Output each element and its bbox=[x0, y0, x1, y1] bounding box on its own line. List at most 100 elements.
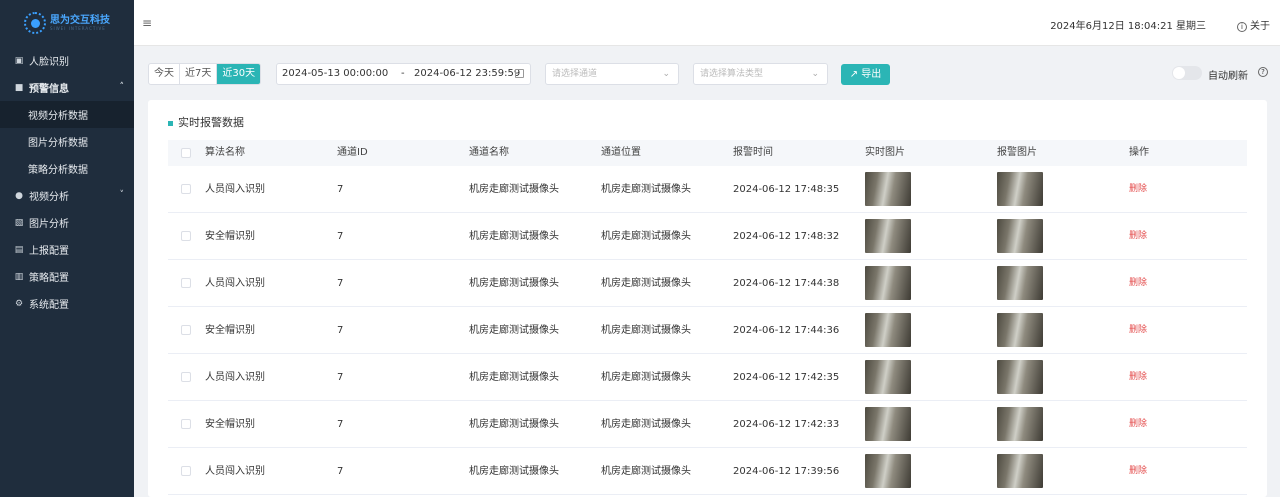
channel-name: 机房走廊测试摄像头 bbox=[469, 231, 559, 242]
sidebar-item-8[interactable]: ▥ 策略配置 bbox=[0, 263, 134, 290]
row-checkbox[interactable] bbox=[181, 325, 191, 335]
logo-text: 思为交互科技 bbox=[50, 15, 110, 26]
table-row: 安全帽识别 7 机房走廊测试摄像头 机房走廊测试摄像头 2024-06-12 17:44… bbox=[168, 307, 1247, 354]
delete-link[interactable]: 删除 bbox=[1129, 166, 1147, 213]
alarm-image[interactable] bbox=[997, 219, 1043, 253]
alarm-time: 2024-06-12 17:44:38 bbox=[733, 278, 840, 289]
auto-refresh-toggle[interactable] bbox=[1172, 66, 1202, 80]
column-header: 通道名称 bbox=[469, 147, 509, 158]
alarm-image[interactable] bbox=[997, 266, 1043, 300]
export-icon: ↗ bbox=[849, 69, 862, 80]
delete-link[interactable]: 删除 bbox=[1129, 307, 1147, 354]
table-row: 安全帽识别 7 机房走廊测试摄像头 机房走廊测试摄像头 2024-06-12 17:42… bbox=[168, 401, 1247, 448]
help-icon[interactable]: ? bbox=[1258, 67, 1268, 77]
about-label: 关于 bbox=[1250, 21, 1270, 32]
channel-name: 机房走廊测试摄像头 bbox=[469, 278, 559, 289]
column-header: 操作 bbox=[1129, 147, 1149, 158]
logo: 思为交互科技 SIWEI INTERACTIVE bbox=[0, 0, 134, 46]
column-header: 报警图片 bbox=[997, 147, 1037, 158]
row-checkbox[interactable] bbox=[181, 184, 191, 194]
alarm-image[interactable] bbox=[997, 407, 1043, 441]
algorithm-select[interactable]: 请选择算法类型 ⌄ bbox=[693, 63, 828, 85]
row-checkbox[interactable] bbox=[181, 372, 191, 382]
delete-link[interactable]: 删除 bbox=[1129, 448, 1147, 495]
sidebar-item-9[interactable]: ⚙ 系统配置 bbox=[0, 290, 134, 317]
row-checkbox[interactable] bbox=[181, 278, 191, 288]
menu-toggle-icon[interactable]: ≡ bbox=[142, 16, 152, 30]
sidebar-item-3[interactable]: 图片分析数据 bbox=[0, 128, 134, 155]
channel-location: 机房走廊测试摄像头 bbox=[601, 325, 691, 336]
sidebar-item-0[interactable]: ▣ 人脸识别 bbox=[0, 47, 134, 74]
date-range-tabs: 今天 近7天 近30天 bbox=[148, 63, 262, 85]
sidebar-item-6[interactable]: ▧ 图片分析 bbox=[0, 209, 134, 236]
logo-icon bbox=[24, 12, 46, 34]
chevron-down-icon: ⌄ bbox=[811, 69, 819, 79]
sidebar-item-label: 系统配置 bbox=[29, 300, 69, 311]
realtime-image[interactable] bbox=[865, 454, 911, 488]
sidebar-item-label: 策略分析数据 bbox=[28, 165, 88, 176]
sidebar-item-label: 上报配置 bbox=[29, 246, 69, 257]
realtime-image[interactable] bbox=[865, 407, 911, 441]
sidebar-nav: ▣ 人脸识别 ■ 预警信息 ˄ 视频分析数据 图片分析数据策略分析数据 ● 视频分析 ˅ ▧ 图片分析… bbox=[0, 47, 134, 317]
realtime-image[interactable] bbox=[865, 172, 911, 206]
row-checkbox[interactable] bbox=[181, 419, 191, 429]
column-header: 算法名称 bbox=[205, 147, 245, 158]
settings-icon: ⚙ bbox=[14, 298, 24, 309]
row-checkbox[interactable] bbox=[181, 466, 191, 476]
delete-link[interactable]: 删除 bbox=[1129, 213, 1147, 260]
delete-link[interactable]: 删除 bbox=[1129, 260, 1147, 307]
alert-icon: ■ bbox=[14, 82, 24, 93]
range-30-days[interactable]: 近30天 bbox=[217, 64, 261, 84]
date-range-picker[interactable]: 2024-05-13 00:00:00 - 2024-06-12 23:59:5… bbox=[276, 63, 531, 85]
table-header: 算法名称 通道ID 通道名称 通道位置 报警时间 实时图片 报警图片 操作 bbox=[168, 140, 1247, 166]
chevron-down-icon: ˅ bbox=[119, 190, 125, 200]
channel-id: 7 bbox=[337, 278, 344, 289]
card-title: 实时报警数据 bbox=[168, 114, 244, 130]
filter-toolbar: 今天 近7天 近30天 2024-05-13 00:00:00 - 2024-0… bbox=[148, 63, 1268, 85]
realtime-image[interactable] bbox=[865, 219, 911, 253]
sidebar-item-7[interactable]: ▤ 上报配置 bbox=[0, 236, 134, 263]
column-header: 通道位置 bbox=[601, 147, 641, 158]
date-separator: - bbox=[401, 68, 405, 79]
location-icon: ● bbox=[15, 190, 23, 201]
algorithm-name: 安全帽识别 bbox=[205, 231, 255, 242]
alarm-image[interactable] bbox=[997, 313, 1043, 347]
select-all-checkbox[interactable] bbox=[181, 148, 191, 158]
chevron-up-icon: ˄ bbox=[119, 82, 125, 92]
sidebar-item-2[interactable]: 视频分析数据 bbox=[0, 101, 134, 128]
delete-link[interactable]: 删除 bbox=[1129, 401, 1147, 448]
sidebar-item-5[interactable]: ● 视频分析 ˅ bbox=[0, 182, 134, 209]
row-checkbox[interactable] bbox=[181, 231, 191, 241]
export-button[interactable]: ↗ 导出 bbox=[841, 64, 890, 85]
alarm-image[interactable] bbox=[997, 172, 1043, 206]
image-icon: ▧ bbox=[14, 217, 24, 228]
alarm-image[interactable] bbox=[997, 360, 1043, 394]
alarm-time: 2024-06-12 17:48:32 bbox=[733, 231, 840, 242]
table-row: 人员闯入识别 7 机房走廊测试摄像头 机房走廊测试摄像头 2024-06-12 17:4… bbox=[168, 354, 1247, 401]
delete-link[interactable]: 删除 bbox=[1129, 354, 1147, 401]
range-7-days[interactable]: 近7天 bbox=[180, 64, 218, 84]
report-icon: ▤ bbox=[14, 244, 24, 255]
column-header: 通道ID bbox=[337, 147, 368, 158]
algorithm-name: 人员闯入识别 bbox=[205, 466, 265, 477]
range-today[interactable]: 今天 bbox=[149, 64, 180, 84]
sidebar-item-4[interactable]: 策略分析数据 bbox=[0, 155, 134, 182]
channel-select[interactable]: 请选择通道 ⌄ bbox=[545, 63, 679, 85]
column-header: 实时图片 bbox=[865, 147, 905, 158]
channel-name: 机房走廊测试摄像头 bbox=[469, 419, 559, 430]
alarm-image[interactable] bbox=[997, 454, 1043, 488]
chevron-down-icon: ⌄ bbox=[662, 69, 670, 79]
alarm-time: 2024-06-12 17:44:36 bbox=[733, 325, 840, 336]
realtime-image[interactable] bbox=[865, 313, 911, 347]
about-button[interactable]: i 关于 bbox=[1237, 17, 1270, 32]
start-date[interactable]: 2024-05-13 00:00:00 bbox=[282, 64, 388, 84]
realtime-image[interactable] bbox=[865, 266, 911, 300]
calendar-icon bbox=[515, 69, 524, 78]
end-date[interactable]: 2024-06-12 23:59:59 bbox=[414, 64, 520, 84]
sidebar-item-1[interactable]: ■ 预警信息 ˄ bbox=[0, 74, 134, 101]
channel-id: 7 bbox=[337, 466, 344, 477]
channel-location: 机房走廊测试摄像头 bbox=[601, 231, 691, 242]
algorithm-name: 人员闯入识别 bbox=[205, 372, 265, 383]
realtime-image[interactable] bbox=[865, 360, 911, 394]
table-row: 人员闯入识别 7 机房走廊测试摄像头 机房走廊测试摄像头 2024-06-12 17:4… bbox=[168, 260, 1247, 307]
